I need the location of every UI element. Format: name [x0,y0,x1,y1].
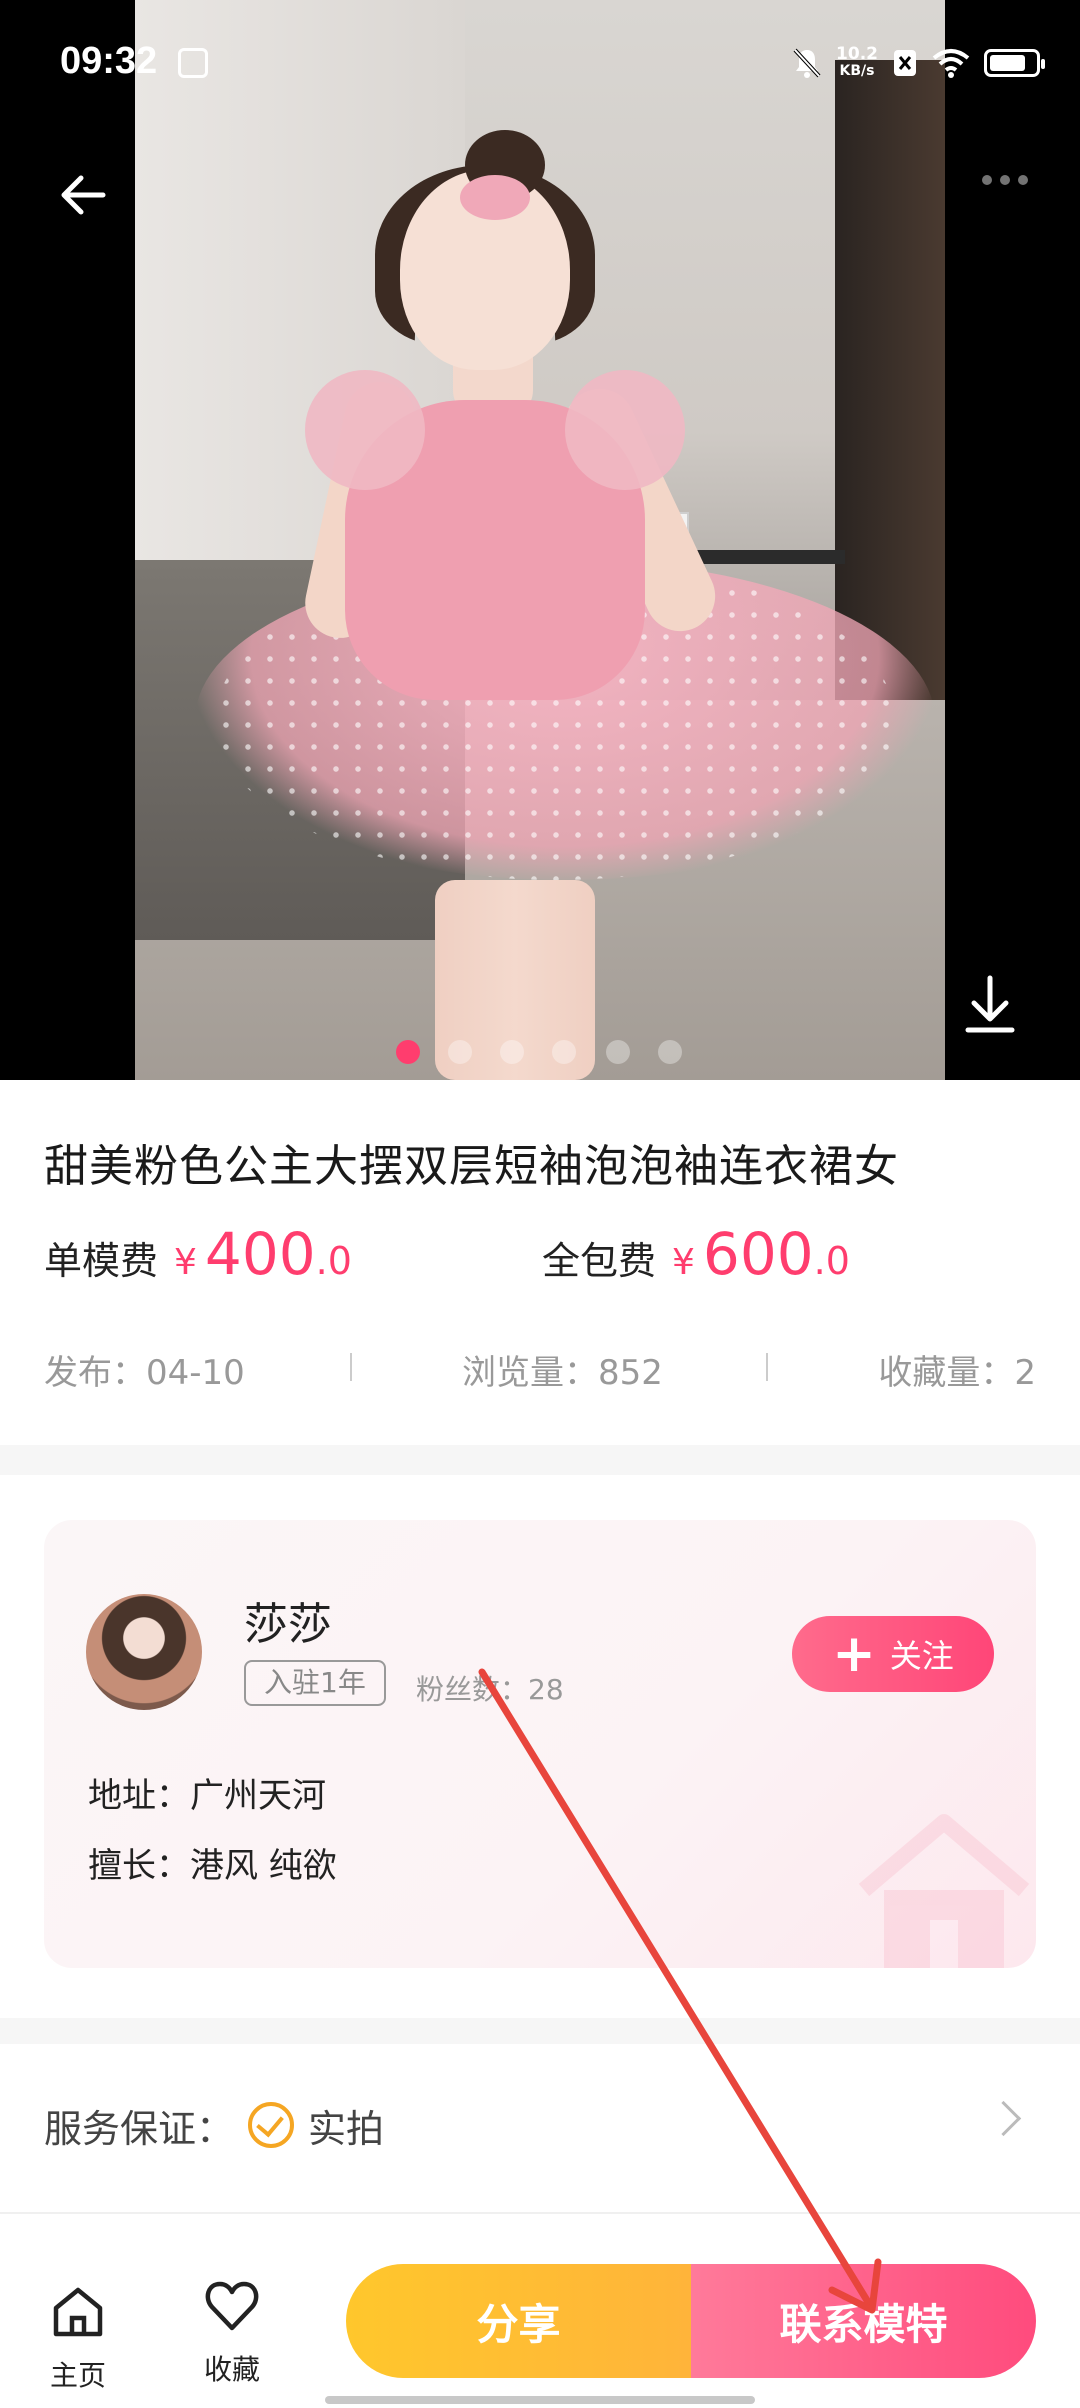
pager-dot-active[interactable] [396,1040,420,1064]
product-photo[interactable] [135,0,945,1080]
tenure-badge: 入驻1年 [244,1660,386,1706]
net-speed-unit: KB/s [839,63,875,79]
follow-button[interactable]: + 关注 [792,1616,994,1692]
product-stats: 发布：04-10 浏览量：852 收藏量：2 [44,1345,1036,1395]
action-buttons: 分享 联系模特 [346,2264,1036,2378]
price-row: 单模费 ¥ 400 .0 全包费 ¥ 600 .0 [44,1220,1044,1300]
battery-icon [984,49,1045,77]
single-fee-currency: ¥ [174,1242,197,1283]
package-fee: 全包费 ¥ 600 .0 [542,1220,850,1288]
divider [350,1353,352,1381]
divider [766,1353,768,1381]
tab-home-label: 主页 [49,2359,106,2392]
tab-favorite-label: 收藏 [203,2353,260,2386]
tab-home[interactable]: 主页 [18,2270,138,2392]
avatar[interactable] [86,1594,202,1710]
section-gap [0,2018,1080,2044]
tab-favorite[interactable]: 收藏 [172,2270,292,2386]
plus-icon: + [832,1624,876,1684]
home-icon [53,2287,103,2337]
pager-dot[interactable] [658,1040,682,1064]
single-fee-decimal: .0 [315,1239,352,1283]
model-address: 地址：广州天河 [88,1776,326,1816]
net-speed: 10.2 KB/s [836,46,878,80]
single-fee-label: 单模费 [44,1239,159,1283]
single-fee: 单模费 ¥ 400 .0 [44,1220,352,1288]
photo-bg-door [835,60,945,700]
pager-dot[interactable] [552,1040,576,1064]
service-guarantee-row[interactable]: 服务保证： 实拍 [44,2090,1036,2160]
home-indicator[interactable] [325,2396,755,2404]
model-name[interactable]: 莎莎 [244,1588,332,1652]
more-options-icon[interactable] [975,160,1035,200]
back-arrow-icon[interactable] [55,165,115,225]
divider [0,2212,1080,2214]
status-bar: 09:32 10.2 KB/s [0,0,1080,130]
section-gap [0,1445,1080,1475]
model-card[interactable]: 莎莎 入驻1年 粉丝数：28 + 关注 地址：广州天河 擅长：港风 纯欲 [44,1520,1036,1968]
view-count: 浏览量：852 [462,1353,663,1393]
bell-muted-icon [793,48,821,78]
follow-label: 关注 [889,1637,954,1675]
dress-puff-sleeve [305,370,425,490]
pager-dot[interactable] [448,1040,472,1064]
status-time: 09:32 [60,40,158,82]
package-fee-value: 600 [702,1220,814,1288]
pager-dot[interactable] [500,1040,524,1064]
fan-count: 粉丝数：28 [416,1673,564,1706]
hair-scrunchie [460,175,530,220]
publish-date: 发布：04-10 [44,1353,245,1393]
product-image-gallery[interactable]: 09:32 10.2 KB/s [0,0,1080,1080]
model-specialty: 擅长：港风 纯欲 [88,1846,337,1886]
heart-icon [205,2281,259,2331]
contact-model-button[interactable]: 联系模特 [691,2264,1036,2378]
house-watermark-icon [858,1814,1030,1968]
status-icons: 10.2 KB/s [792,38,1045,88]
single-fee-value: 400 [204,1220,316,1288]
chevron-right-icon [985,2100,1022,2137]
calendar-icon [178,48,208,78]
share-button[interactable]: 分享 [346,2264,691,2378]
download-icon[interactable] [960,970,1020,1040]
package-fee-currency: ¥ [672,1242,695,1283]
package-fee-label: 全包费 [542,1239,657,1283]
product-title: 甜美粉色公主大摆双层短袖泡泡袖连衣裙女 [44,1141,899,1192]
package-fee-decimal: .0 [813,1239,850,1283]
service-item: 实拍 [308,2106,385,2151]
sim-blocked-icon [894,50,916,76]
wifi-icon [932,49,970,78]
dress-puff-sleeve [565,370,685,490]
net-speed-value: 10.2 [836,44,878,64]
check-circle-icon [248,2102,295,2148]
gallery-pager [0,1040,1080,1070]
service-label: 服务保证： [44,2106,235,2151]
pager-dot[interactable] [606,1040,630,1064]
favorite-count: 收藏量：2 [878,1353,1036,1393]
